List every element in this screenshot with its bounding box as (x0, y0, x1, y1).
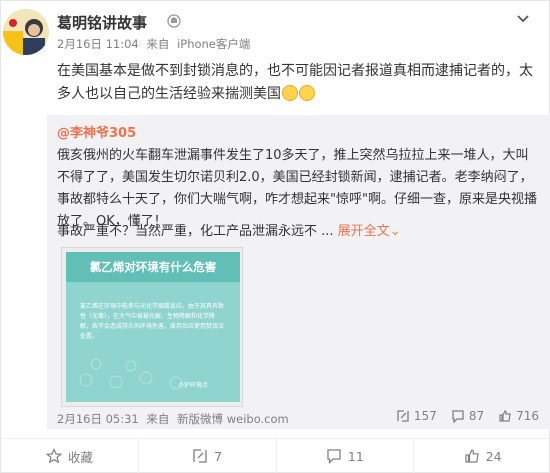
repost-icon (397, 410, 409, 422)
repost-text-truncated: 事故严重不？当然严重，化工产品泄漏永远不 ... 展开全文⌄ (57, 221, 541, 243)
post-from: 来自 (146, 37, 170, 51)
comment-icon (327, 449, 341, 464)
image-body-text: 氯乙烯在环境中能参与光化学烟雾反应，由于其具有致性（无毒），在大气中易被光解、生… (80, 303, 225, 340)
repost-author[interactable]: @李神爷305 (57, 122, 136, 141)
repost-text-excerpt: 事故严重不？当然严重，化工产品泄漏永远不 ... (57, 224, 334, 239)
expand-chevron-icon[interactable]: ⌄ (390, 224, 401, 239)
favorite-button[interactable]: 收藏 (1, 439, 139, 473)
repost-icon (193, 449, 207, 463)
comment-count: 87 (468, 409, 485, 423)
repost-text: 俄亥俄州的火车翻车泄漏事件发生了10多天了，推上突然乌拉拉上来一堆人，大叫不得了… (57, 148, 537, 229)
repost-from: 来自 (146, 412, 170, 426)
verified-icon (166, 13, 182, 29)
action-bar: 收藏 7 11 24 (1, 438, 550, 473)
like-count: 716 (516, 409, 539, 423)
author-name[interactable]: 葛明铭讲故事 (57, 12, 147, 33)
comment-action-count: 11 (347, 448, 364, 464)
repost-stat-likes[interactable]: 716 (498, 409, 539, 423)
post-time[interactable]: 2月16日 11:04 (57, 37, 139, 51)
image-logo-text: 小护环境点 (177, 382, 208, 389)
like-button[interactable]: 24 (414, 439, 550, 473)
image-content: 氯乙烯对环境有什么危害 氯乙烯在环境中能参与光化学烟雾反应，由于其具有致性（无毒… (66, 252, 240, 402)
like-icon (465, 449, 479, 463)
comment-button[interactable]: 11 (277, 439, 415, 473)
like-action-count: 24 (485, 448, 502, 464)
grin-emoji-icon (282, 85, 298, 101)
post-source[interactable]: iPhone客户端 (177, 37, 250, 51)
grin-emoji-icon (299, 85, 315, 101)
repost-time[interactable]: 2月16日 05:31 (57, 412, 139, 426)
expand-link[interactable]: 展开全文 (338, 224, 390, 239)
comment-icon (452, 410, 464, 423)
repost-stat-reposts[interactable]: 157 (396, 409, 437, 423)
repost-stat-comments[interactable]: 87 (451, 409, 484, 423)
repost-image[interactable]: 氯乙烯对环境有什么危害 氯乙烯在环境中能参与光化学烟雾反应，由于其具有致性（无毒… (61, 247, 243, 407)
star-icon (45, 448, 62, 464)
repost-block: @李神爷305 俄亥俄州的火车翻车泄漏事件发生了10多天了，推上突然乌拉拉上来一… (47, 115, 550, 429)
repost-stats: 157 87 716 (396, 409, 539, 423)
avatar[interactable] (3, 9, 49, 55)
repost-source[interactable]: 新版微博 weibo.com (177, 412, 289, 426)
weibo-post-card: 葛明铭讲故事 2月16日 11:04 来自 iPhone客户端 在美国基本是做不… (0, 0, 550, 473)
post-text: 在美国基本是做不到封锁消息的，也不可能因记者报道真相而逮捕记者的，太多人也以自己… (57, 60, 533, 106)
post-meta: 2月16日 11:04 来自 iPhone客户端 (57, 36, 254, 52)
like-icon (499, 410, 511, 422)
repost-count: 157 (413, 409, 437, 423)
repost-button[interactable]: 7 (139, 439, 277, 473)
chevron-down-icon[interactable] (515, 11, 531, 27)
repost-action-count: 7 (214, 448, 223, 464)
repost-footer: 2月16日 05:31 来自 新版微博 weibo.com 157 87 716 (57, 407, 541, 427)
image-title: 氯乙烯对环境有什么危害 (89, 260, 217, 274)
favorite-label: 收藏 (67, 449, 93, 465)
